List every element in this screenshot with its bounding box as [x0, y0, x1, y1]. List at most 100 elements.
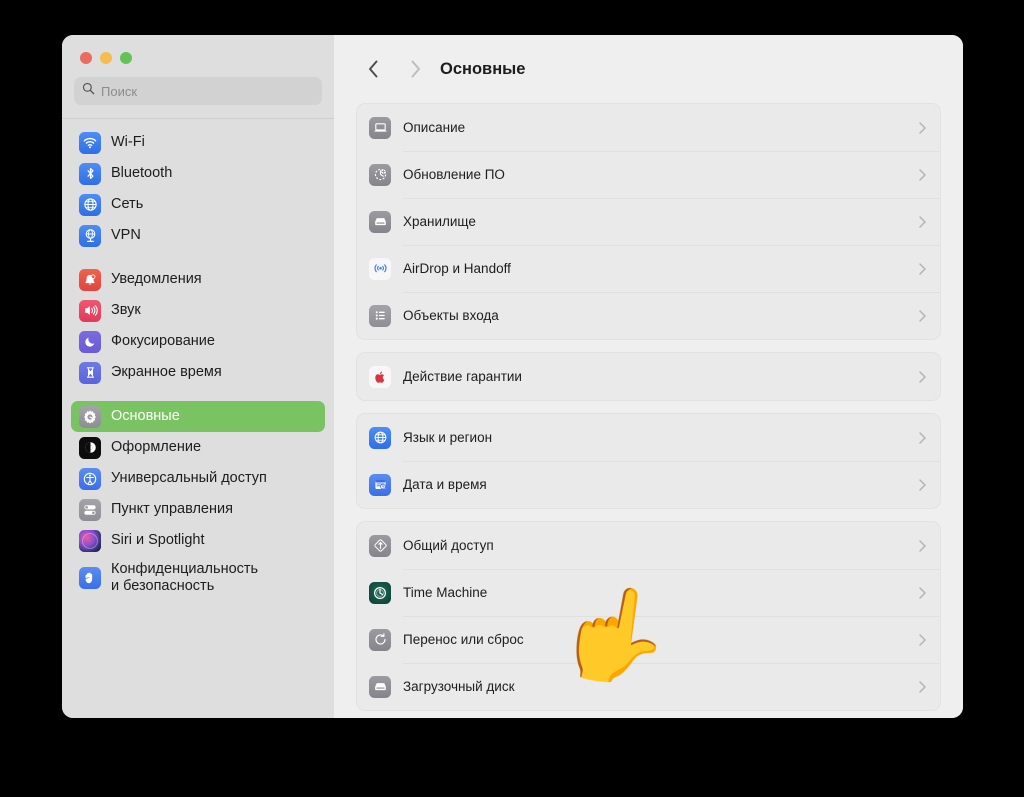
row-date-time[interactable]: Дата и время	[357, 461, 940, 508]
sidebar-item-label: Фокусирование	[111, 332, 215, 349]
settings-group-system-services: Общий доступ Time Machine Перенос или сб…	[356, 521, 941, 711]
search-input[interactable]	[101, 83, 314, 99]
sidebar-item-appearance[interactable]: Оформление	[71, 432, 325, 463]
time-machine-icon	[369, 581, 391, 604]
chevron-left-icon	[368, 60, 377, 78]
window-controls	[62, 35, 334, 64]
transfer-reset-icon	[369, 628, 391, 651]
gear-icon	[79, 405, 101, 428]
sidebar-item-wifi[interactable]: Wi-Fi	[71, 127, 325, 158]
search-icon	[82, 82, 95, 100]
chevron-right-icon	[919, 121, 926, 134]
row-label: Дата и время	[403, 477, 487, 492]
row-label: Язык и регион	[403, 430, 493, 445]
apple-care-icon	[369, 365, 391, 388]
sidebar-item-focus[interactable]: Фокусирование	[71, 326, 325, 357]
row-warranty-action[interactable]: Действие гарантии	[357, 353, 940, 400]
back-button[interactable]	[358, 54, 388, 84]
settings-group-locale: Язык и регион Дата и время	[356, 413, 941, 509]
row-label: Хранилище	[403, 214, 476, 229]
chevron-right-icon	[919, 370, 926, 383]
sidebar-item-label: VPN	[111, 226, 141, 243]
control-center-icon	[79, 498, 101, 521]
row-storage[interactable]: Хранилище	[357, 198, 940, 245]
sidebar-item-label: Звук	[111, 301, 141, 318]
close-button[interactable]	[80, 52, 92, 64]
settings-group-warranty: Действие гарантии	[356, 352, 941, 401]
laptop-icon	[369, 116, 391, 139]
row-label: AirDrop и Handoff	[403, 261, 511, 276]
moon-icon	[79, 330, 101, 353]
row-sharing[interactable]: Общий доступ	[357, 522, 940, 569]
chevron-right-icon	[919, 586, 926, 599]
settings-group-system: Описание Обновление ПО Хранилище AirDrop…	[356, 103, 941, 340]
sidebar-item-sound[interactable]: Звук	[71, 295, 325, 326]
startup-disk-icon	[369, 675, 391, 698]
sidebar-item-label: Siri и Spotlight	[111, 531, 205, 548]
chevron-right-icon	[411, 60, 420, 78]
sidebar: Wi-Fi Bluetooth	[62, 35, 334, 718]
sidebar-item-bluetooth[interactable]: Bluetooth	[71, 158, 325, 189]
forward-button[interactable]	[400, 54, 430, 84]
row-login-items[interactable]: Объекты входа	[357, 292, 940, 339]
sidebar-item-label: Пункт управления	[111, 500, 233, 517]
sidebar-item-general[interactable]: Основные	[71, 401, 325, 432]
sidebar-item-label: Оформление	[111, 438, 202, 455]
sidebar-item-privacy-security[interactable]: Конфиденциальность и безопасность	[71, 556, 325, 600]
page-title: Основные	[440, 59, 526, 78]
sharing-icon	[369, 534, 391, 557]
speaker-icon	[79, 299, 101, 322]
sidebar-item-label: Экранное время	[111, 363, 222, 380]
row-startup-disk[interactable]: Загрузочный диск	[357, 663, 940, 710]
sidebar-item-accessibility[interactable]: Универсальный доступ	[71, 463, 325, 494]
sidebar-item-network[interactable]: Сеть	[71, 189, 325, 220]
sidebar-item-notifications[interactable]: Уведомления	[71, 264, 325, 295]
wifi-icon	[79, 131, 101, 154]
sidebar-item-vpn[interactable]: VPN	[71, 220, 325, 251]
network-globe-icon	[79, 193, 101, 216]
date-time-calendar-icon	[369, 473, 391, 496]
sidebar-item-label: Bluetooth	[111, 164, 173, 181]
maximize-button[interactable]	[120, 52, 132, 64]
settings-window: Wi-Fi Bluetooth	[62, 35, 963, 718]
chevron-right-icon	[919, 431, 926, 444]
sidebar-item-label-line2: и безопасность	[111, 578, 215, 594]
storage-drive-icon	[369, 210, 391, 233]
row-airdrop-handoff[interactable]: AirDrop и Handoff	[357, 245, 940, 292]
row-time-machine[interactable]: Time Machine	[357, 569, 940, 616]
row-label: Time Machine	[403, 585, 488, 600]
chevron-right-icon	[919, 309, 926, 322]
main-content: Основные Описание Обновление ПО Хранилищ…	[334, 35, 963, 718]
sidebar-item-label: Основные	[111, 407, 180, 424]
sidebar-item-label: Универсальный доступ	[111, 469, 267, 486]
search-container	[62, 64, 334, 105]
minimize-button[interactable]	[100, 52, 112, 64]
chevron-right-icon	[919, 633, 926, 646]
search-field[interactable]	[74, 77, 322, 105]
airdrop-icon	[369, 257, 391, 280]
row-label: Загрузочный диск	[403, 679, 515, 694]
row-label: Описание	[403, 120, 466, 135]
row-about[interactable]: Описание	[357, 104, 940, 151]
row-label: Объекты входа	[403, 308, 499, 323]
sidebar-item-label-line1: Конфиденциальность	[111, 560, 259, 577]
chevron-right-icon	[919, 478, 926, 491]
sidebar-item-siri-spotlight[interactable]: Siri и Spotlight	[71, 525, 325, 556]
row-language-region[interactable]: Язык и регион	[357, 414, 940, 461]
appearance-icon	[79, 436, 101, 459]
chevron-right-icon	[919, 539, 926, 552]
sidebar-item-control-center[interactable]: Пункт управления	[71, 494, 325, 525]
row-software-update[interactable]: Обновление ПО	[357, 151, 940, 198]
sidebar-item-label: Wi-Fi	[111, 133, 145, 150]
row-label: Обновление ПО	[403, 167, 505, 182]
chevron-right-icon	[919, 262, 926, 275]
row-transfer-reset[interactable]: Перенос или сброс	[357, 616, 940, 663]
chevron-right-icon	[919, 680, 926, 693]
sidebar-item-label: Сеть	[111, 195, 144, 212]
bell-icon	[79, 268, 101, 291]
chevron-right-icon	[919, 168, 926, 181]
sidebar-item-screen-time[interactable]: Экранное время	[71, 357, 325, 388]
hourglass-icon	[79, 361, 101, 384]
privacy-hand-icon	[79, 567, 101, 589]
